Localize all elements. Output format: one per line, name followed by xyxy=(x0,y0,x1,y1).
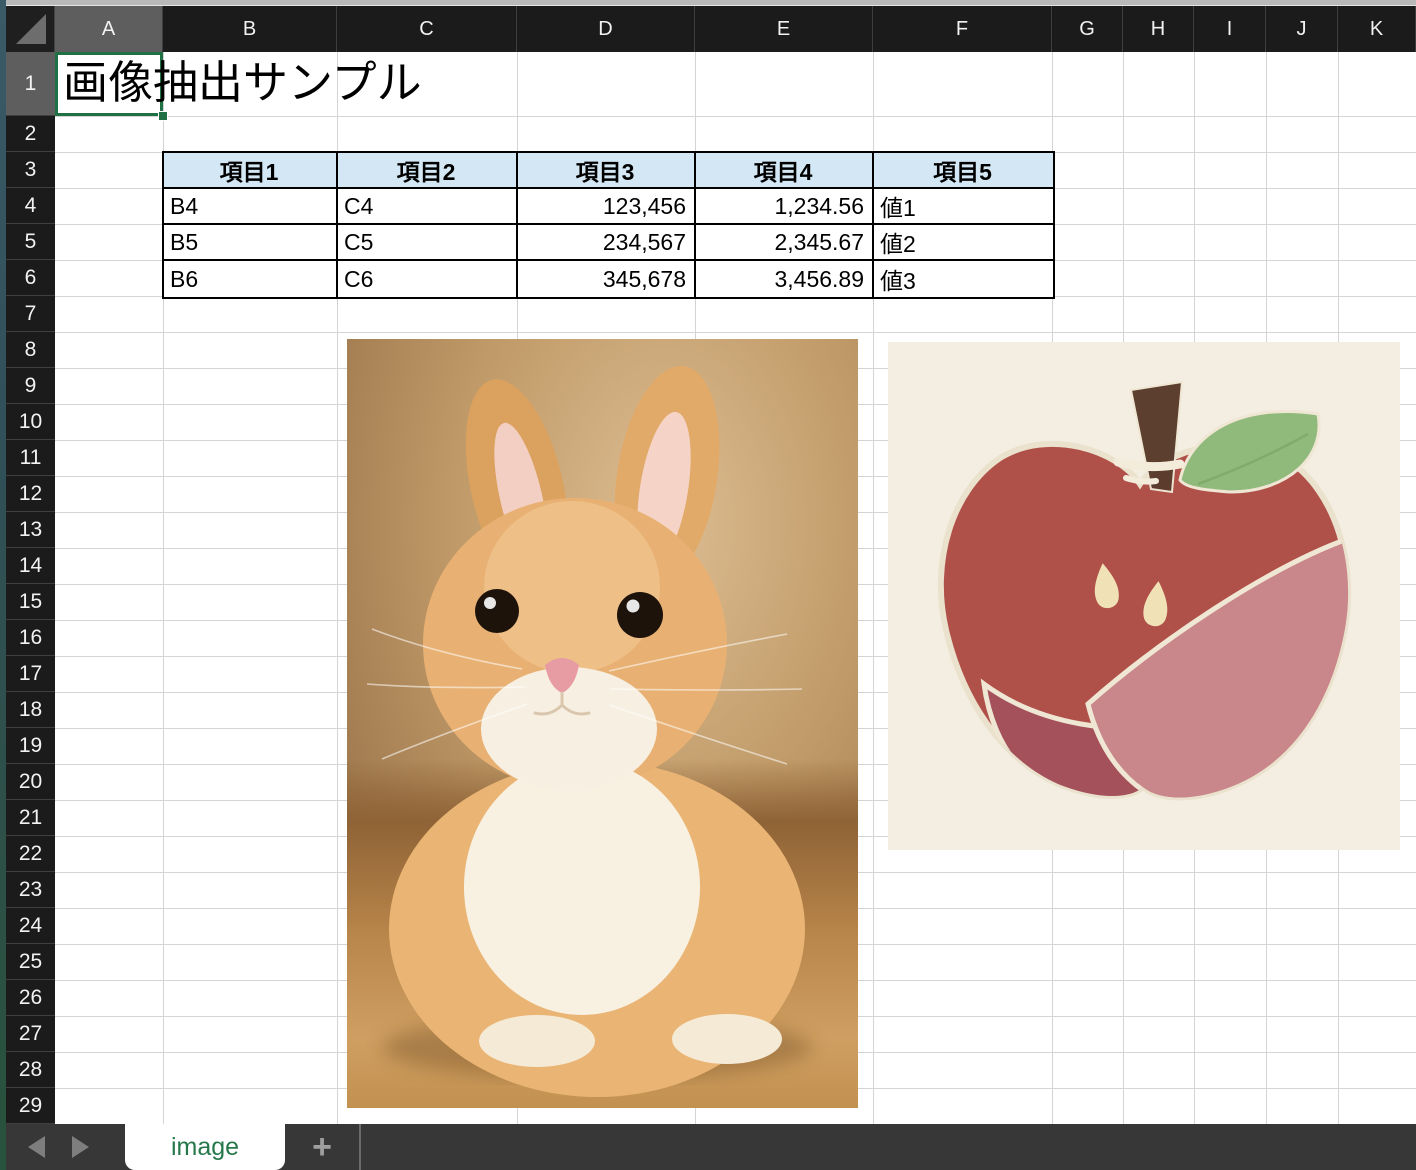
row-header-24[interactable]: 24 xyxy=(6,908,55,944)
row-header-28[interactable]: 28 xyxy=(6,1052,55,1088)
table-cell[interactable]: C6 xyxy=(338,261,518,297)
cell-a1-title[interactable]: 画像抽出サンプル xyxy=(63,52,422,116)
row-header-2[interactable]: 2 xyxy=(6,116,55,152)
tab-image-label: image xyxy=(171,1133,239,1162)
row-header-23[interactable]: 23 xyxy=(6,872,55,908)
row-header-27[interactable]: 27 xyxy=(6,1016,55,1052)
col-header-D[interactable]: D xyxy=(517,6,695,52)
row-header-11[interactable]: 11 xyxy=(6,440,55,476)
row-header-9[interactable]: 9 xyxy=(6,368,55,404)
select-all-button[interactable] xyxy=(6,6,55,52)
row-header-25[interactable]: 25 xyxy=(6,944,55,980)
gridline-h xyxy=(55,116,1416,117)
sheet-nav-right-icon[interactable] xyxy=(72,1136,89,1158)
row-header-20[interactable]: 20 xyxy=(6,764,55,800)
row-header-17[interactable]: 17 xyxy=(6,656,55,692)
window-left-edge xyxy=(0,0,6,1170)
gridline-h xyxy=(55,332,1416,333)
row-header-14[interactable]: 14 xyxy=(6,548,55,584)
sheet-nav-left-icon[interactable] xyxy=(28,1136,45,1158)
row-header-26[interactable]: 26 xyxy=(6,980,55,1016)
row-header-6[interactable]: 6 xyxy=(6,260,55,296)
table-cell[interactable]: B4 xyxy=(164,189,338,225)
corner-triangle-icon xyxy=(6,6,55,52)
table-cell[interactable]: C5 xyxy=(338,225,518,261)
table-cell[interactable]: 1,234.56 xyxy=(696,189,874,225)
table-cell[interactable]: 345,678 xyxy=(518,261,696,297)
tab-image[interactable]: image xyxy=(125,1124,285,1170)
row-header-12[interactable]: 12 xyxy=(6,476,55,512)
rabbit-photo[interactable] xyxy=(347,339,858,1108)
window-top-edge xyxy=(0,0,1416,6)
col-header-F[interactable]: F xyxy=(873,6,1052,52)
row-header-16[interactable]: 16 xyxy=(6,620,55,656)
table-cell[interactable]: 値1 xyxy=(874,189,1053,225)
sheet-tab-bar: image + xyxy=(0,1124,1416,1170)
col-header-C[interactable]: C xyxy=(337,6,517,52)
tab-bar-divider xyxy=(359,1124,361,1170)
col-header-H[interactable]: H xyxy=(1123,6,1194,52)
spreadsheet-window: ABCDEFGHIJK 1234567891011121314151617181… xyxy=(0,0,1416,1170)
row-header-5[interactable]: 5 xyxy=(6,224,55,260)
table-cell[interactable]: 値3 xyxy=(874,261,1053,297)
row-header-29[interactable]: 29 xyxy=(6,1088,55,1124)
table-cell[interactable]: B6 xyxy=(164,261,338,297)
table-header-cell[interactable]: 項目4 xyxy=(696,153,874,189)
table-cell[interactable]: B5 xyxy=(164,225,338,261)
row-header-4[interactable]: 4 xyxy=(6,188,55,224)
row-header-19[interactable]: 19 xyxy=(6,728,55,764)
row-header-18[interactable]: 18 xyxy=(6,692,55,728)
table-cell[interactable]: 234,567 xyxy=(518,225,696,261)
table-header-cell[interactable]: 項目2 xyxy=(338,153,518,189)
row-header-21[interactable]: 21 xyxy=(6,800,55,836)
row-header-10[interactable]: 10 xyxy=(6,404,55,440)
row-header-15[interactable]: 15 xyxy=(6,584,55,620)
table-cell[interactable]: 値2 xyxy=(874,225,1053,261)
add-sheet-button[interactable]: + xyxy=(300,1124,344,1170)
col-header-I[interactable]: I xyxy=(1194,6,1266,52)
data-table: 項目1項目2項目3項目4項目5 B4C4123,4561,234.56値1 B5C5… xyxy=(162,151,1055,299)
table-cell[interactable]: 123,456 xyxy=(518,189,696,225)
row-header-22[interactable]: 22 xyxy=(6,836,55,872)
col-header-E[interactable]: E xyxy=(695,6,873,52)
table-cell[interactable]: C4 xyxy=(338,189,518,225)
fill-handle[interactable] xyxy=(158,111,168,121)
table-header-cell[interactable]: 項目5 xyxy=(874,153,1053,189)
row-header-1[interactable]: 1 xyxy=(6,52,55,116)
row-header-13[interactable]: 13 xyxy=(6,512,55,548)
table-header-cell[interactable]: 項目1 xyxy=(164,153,338,189)
table-cell[interactable]: 2,345.67 xyxy=(696,225,874,261)
row-header-7[interactable]: 7 xyxy=(6,296,55,332)
col-header-G[interactable]: G xyxy=(1052,6,1123,52)
apple-paper-collage[interactable] xyxy=(888,342,1400,850)
col-header-J[interactable]: J xyxy=(1266,6,1338,52)
col-header-B[interactable]: B xyxy=(163,6,337,52)
row-header-3[interactable]: 3 xyxy=(6,152,55,188)
col-header-A[interactable]: A xyxy=(55,6,163,52)
table-cell[interactable]: 3,456.89 xyxy=(696,261,874,297)
row-header-8[interactable]: 8 xyxy=(6,332,55,368)
table-header-cell[interactable]: 項目3 xyxy=(518,153,696,189)
col-header-K[interactable]: K xyxy=(1338,6,1416,52)
